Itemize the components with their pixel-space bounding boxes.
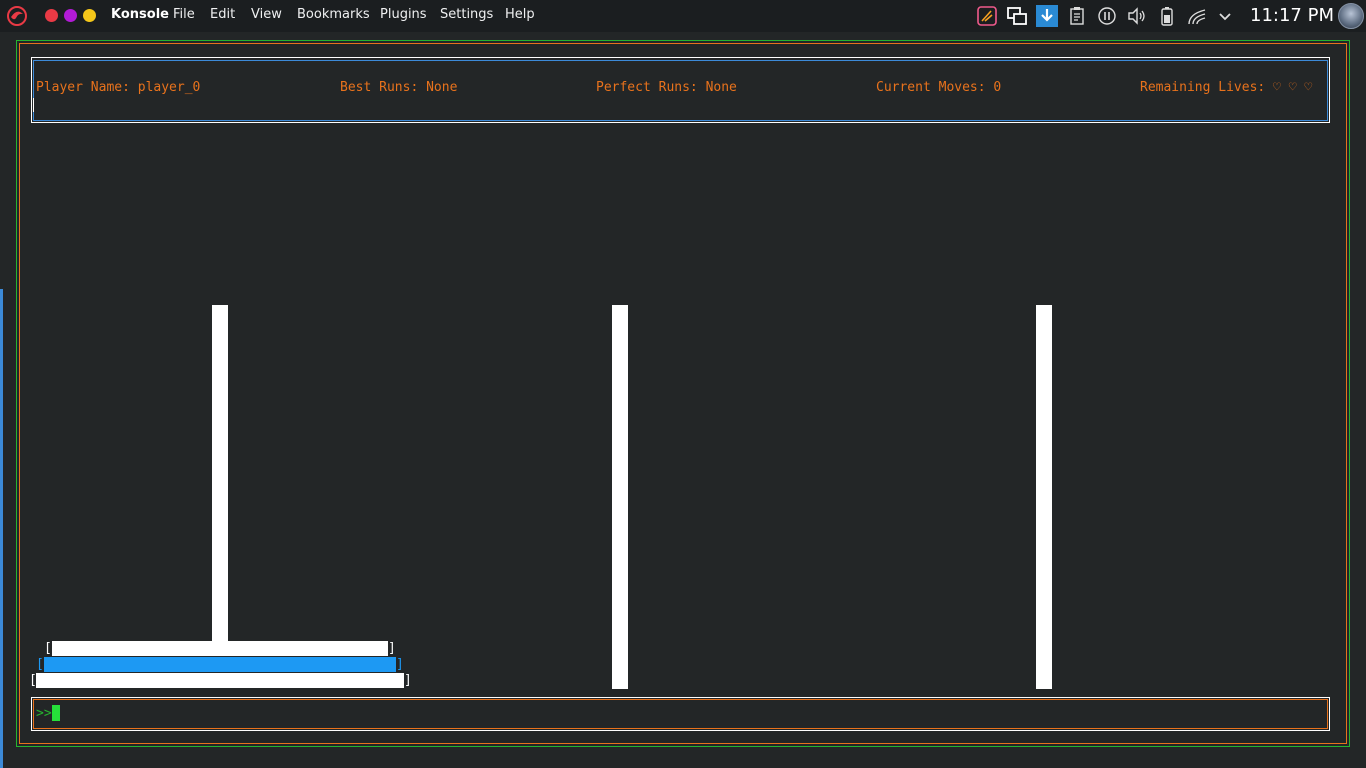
best-runs: Best Runs: None — [340, 80, 458, 95]
tower-peg-3[interactable] — [1036, 305, 1052, 689]
menu-view[interactable]: View — [251, 7, 282, 22]
disk-large[interactable] — [36, 673, 404, 688]
menu-help[interactable]: Help — [505, 7, 535, 22]
clipboard-icon[interactable] — [1066, 5, 1088, 27]
window-edge-accent — [0, 289, 3, 768]
current-moves: Current Moves: 0 — [876, 80, 1002, 95]
avatar[interactable] — [1338, 3, 1364, 29]
menu-edit[interactable]: Edit — [210, 7, 235, 22]
disk-large-bracket-left: [ — [29, 673, 37, 688]
tower-peg-2[interactable] — [612, 305, 628, 689]
chevron-down-icon[interactable] — [1214, 5, 1236, 27]
prompt-symbol: >> — [36, 706, 52, 721]
media-icon[interactable] — [1096, 5, 1118, 27]
disk-medium-bracket-left: [ — [36, 657, 44, 672]
disk-medium-bracket-right: ] — [396, 657, 404, 672]
battery-icon[interactable] — [1156, 5, 1178, 27]
disk-small[interactable] — [52, 641, 388, 656]
player-name: Player Name: player_0 — [36, 80, 201, 95]
menu-bookmarks[interactable]: Bookmarks — [297, 7, 370, 22]
stats-panel-mark — [33, 98, 34, 112]
disk-small-bracket-left: [ — [44, 641, 52, 656]
clock[interactable]: 11:17 PM — [1250, 5, 1334, 26]
tower-peg-1[interactable] — [212, 305, 228, 641]
disk-large-bracket-right: ] — [404, 673, 412, 688]
notes-icon[interactable] — [976, 5, 998, 27]
perfect-runs: Perfect Runs: None — [596, 80, 737, 95]
disk-medium-selected[interactable] — [44, 657, 396, 672]
menu-file[interactable]: File — [173, 7, 195, 22]
volume-icon[interactable] — [1126, 5, 1148, 27]
close-window-button[interactable] — [45, 9, 58, 22]
screen-switch-icon[interactable] — [1006, 5, 1028, 27]
app-name: Konsole — [111, 7, 169, 22]
menu-settings[interactable]: Settings — [440, 7, 493, 22]
download-icon[interactable] — [1036, 5, 1058, 27]
app-launcher-icon[interactable] — [5, 4, 29, 28]
command-input[interactable] — [33, 699, 1328, 729]
text-cursor — [52, 705, 60, 721]
remaining-lives: Remaining Lives: ♡ ♡ ♡ — [1140, 80, 1313, 95]
maximize-window-button[interactable] — [64, 9, 77, 22]
menu-plugins[interactable]: Plugins — [380, 7, 427, 22]
minimize-window-button[interactable] — [83, 9, 96, 22]
top-panel: Konsole File Edit View Bookmarks Plugins… — [0, 0, 1366, 32]
disk-small-bracket-right: ] — [388, 641, 396, 656]
wifi-icon[interactable] — [1186, 5, 1208, 27]
